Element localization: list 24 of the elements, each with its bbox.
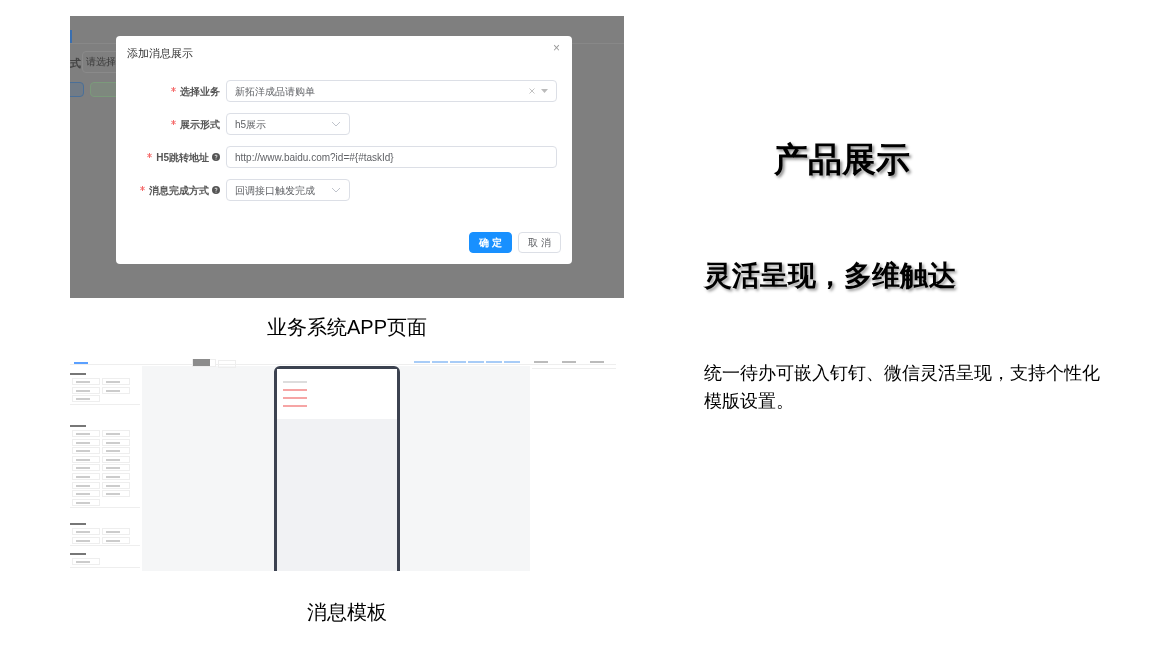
caret-down-icon [541,89,548,93]
chevron-down-icon [331,121,341,127]
field-label: 选择业务 [180,84,220,99]
chevron-down-icon [331,187,341,193]
slide-heading: 产品展示 [774,139,911,180]
field-label: H5跳转地址 [156,150,209,165]
field-label: 展示形式 [180,117,220,132]
slide-subheading: 灵活呈现，多维触达 [704,259,957,293]
clear-icon[interactable] [529,88,535,94]
input-field[interactable]: http://www.baidu.com?id=#{#taskId} [226,146,557,168]
required-mark-icon [171,120,176,125]
image-caption: 业务系统APP页面 [267,315,427,340]
image-caption: 消息模板 [307,600,387,625]
tab-indicator [70,30,72,44]
required-mark-icon [171,87,176,92]
description-text: 统一待办可嵌入钉钉、微信灵活呈现，支持个性化模版设置。 [704,362,1101,413]
select-field[interactable]: 新拓洋成品请购单 [226,80,557,102]
required-mark-icon [147,153,153,158]
field-label: 消息完成方式 [149,183,209,198]
select-field[interactable]: h5展示 [226,113,350,135]
required-mark-icon [140,186,145,191]
cancel-button[interactable]: 取 消 [518,232,561,253]
select-field[interactable]: 回调接口触发完成 [226,179,350,201]
form-label: 式 [70,56,81,71]
